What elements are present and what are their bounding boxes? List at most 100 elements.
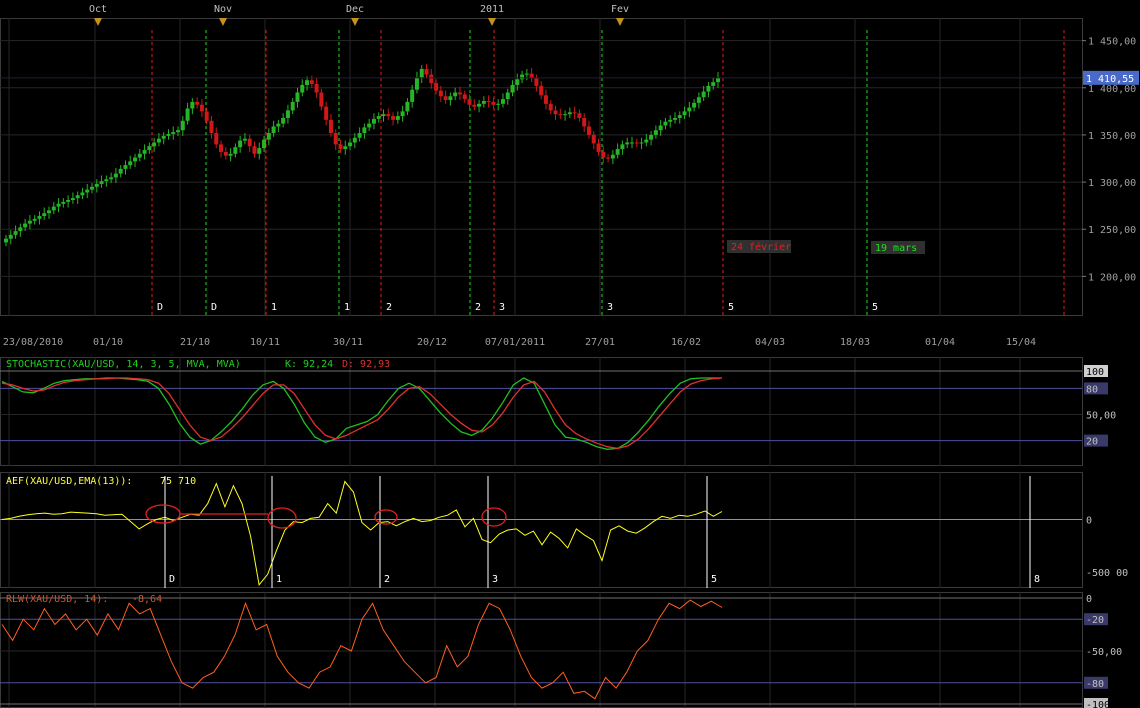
candle-body: [467, 99, 472, 105]
candle-body: [238, 140, 243, 148]
rlw-y-tick: 0: [1086, 594, 1092, 605]
candle-body: [563, 114, 568, 116]
candle-body: [4, 238, 8, 243]
event-marker-label: 3: [499, 302, 505, 313]
candle-body: [367, 123, 372, 128]
event-marker-label: D: [157, 302, 163, 313]
candle-body: [481, 100, 486, 104]
candle-body: [166, 133, 171, 136]
candle-body: [32, 218, 37, 221]
last-price-value: 1 410,55: [1086, 74, 1134, 85]
candle-body: [328, 119, 333, 134]
candle-body: [381, 114, 386, 117]
aef-y-tick: 0: [1086, 515, 1092, 526]
candle-body: [687, 107, 692, 112]
rlw-line: [1, 599, 723, 700]
candle-body: [553, 110, 558, 115]
candle-body: [625, 142, 630, 145]
candle-body: [27, 220, 32, 224]
rlw-y-tick: -100: [1086, 700, 1110, 708]
rlw-value: -8,64: [132, 594, 162, 605]
candle-body: [152, 142, 157, 147]
aef-marker-label: 8: [1034, 574, 1040, 585]
candle-body: [219, 144, 224, 152]
candle-body: [295, 92, 300, 102]
trading-chart[interactable]: 1 450,001 400,001 350,001 300,001 250,00…: [0, 0, 1140, 708]
candle-body: [543, 95, 548, 104]
aef-line: [1, 480, 723, 586]
candle-body: [118, 168, 123, 174]
candle-body: [520, 74, 525, 80]
x-tick-label: 07/01/2011: [485, 337, 545, 348]
month-marker-triangle: [351, 18, 359, 26]
candle-body: [271, 126, 276, 134]
candle-body: [400, 111, 405, 117]
candle-body: [47, 210, 52, 214]
candle-body: [434, 83, 439, 91]
candle-body: [94, 183, 99, 187]
y-tick-label: 1 400,00: [1088, 84, 1136, 95]
candle-body: [37, 216, 42, 219]
aef-title: AEF(XAU/USD,EMA(13)):: [6, 476, 132, 487]
candle-body: [692, 102, 697, 108]
candle-body: [391, 116, 396, 120]
candle-body: [610, 154, 615, 159]
candle-body: [319, 92, 324, 107]
candle-body: [233, 147, 238, 154]
x-tick-label: 21/10: [180, 337, 210, 348]
candle-body: [257, 148, 262, 154]
candle-body: [123, 165, 128, 169]
candle-body: [696, 97, 701, 103]
candle-body: [548, 103, 553, 111]
panel-frame-2: [0, 472, 1083, 588]
candle-body: [462, 94, 467, 100]
candle-body: [453, 92, 458, 97]
candle-body: [309, 80, 314, 85]
rlw-panel[interactable]: RLW(XAU/USD, 14): -8,64 0 -20 -50,00 -80 -100: [0, 594, 1122, 708]
stoch-y-tick: 100: [1086, 367, 1104, 378]
aef-panel[interactable]: AEF(XAU/USD,EMA(13)): 75 7100-500 00D 1 2 3 5…: [0, 476, 1128, 588]
candle-body: [343, 146, 348, 150]
candle-body: [371, 118, 376, 124]
rlw-y-tick: -50,00: [1086, 647, 1122, 658]
stochastic-panel[interactable]: STOCHASTIC(XAU/USD, 14, 3, 5, MVA, MVA) K…: [0, 359, 1116, 450]
candle-body: [395, 116, 400, 120]
candle-body: [147, 146, 152, 151]
candle-body: [252, 146, 257, 154]
candle-body: [491, 101, 496, 105]
candle-body: [42, 213, 47, 217]
x-tick-label: 20/12: [417, 337, 447, 348]
rlw-title: RLW(XAU/USD, 14):: [6, 594, 108, 605]
price-panel[interactable]: 1 450,00 1 400,00 1 350,00 1 300,00 1 250,00…: [0, 4, 1139, 348]
aef-marker-label: D: [169, 574, 175, 585]
candle-body: [90, 186, 95, 190]
candle-body: [500, 99, 505, 104]
candle-body: [156, 138, 161, 143]
rlw-y-tick: -80: [1086, 679, 1104, 690]
candle-body: [171, 132, 176, 134]
event-marker-label: 1: [271, 302, 277, 313]
candle-body: [142, 150, 147, 154]
panel-frame-0: [0, 18, 1083, 316]
candle-body: [23, 223, 28, 228]
y-tick-label: 1 250,00: [1088, 225, 1136, 236]
candle-body: [596, 143, 601, 152]
aef-y-tick: -500 00: [1086, 568, 1128, 579]
top-month-label: Oct: [89, 4, 107, 15]
month-marker-triangle: [616, 18, 624, 26]
event-marker-label: 5: [872, 302, 878, 313]
event-marker-label: 1: [344, 302, 350, 313]
candle-body: [128, 161, 133, 166]
candle-body: [711, 82, 716, 86]
candle-body: [362, 127, 367, 134]
candle-body: [405, 101, 410, 112]
month-marker-triangle: [219, 18, 227, 26]
candle-body: [80, 192, 85, 196]
candle-body: [338, 144, 343, 150]
candle-body: [601, 151, 606, 158]
candle-body: [534, 78, 539, 86]
x-tick-label: 10/11: [250, 337, 280, 348]
candle-body: [247, 138, 252, 147]
candle-body: [677, 115, 682, 118]
candle-body: [13, 231, 18, 235]
